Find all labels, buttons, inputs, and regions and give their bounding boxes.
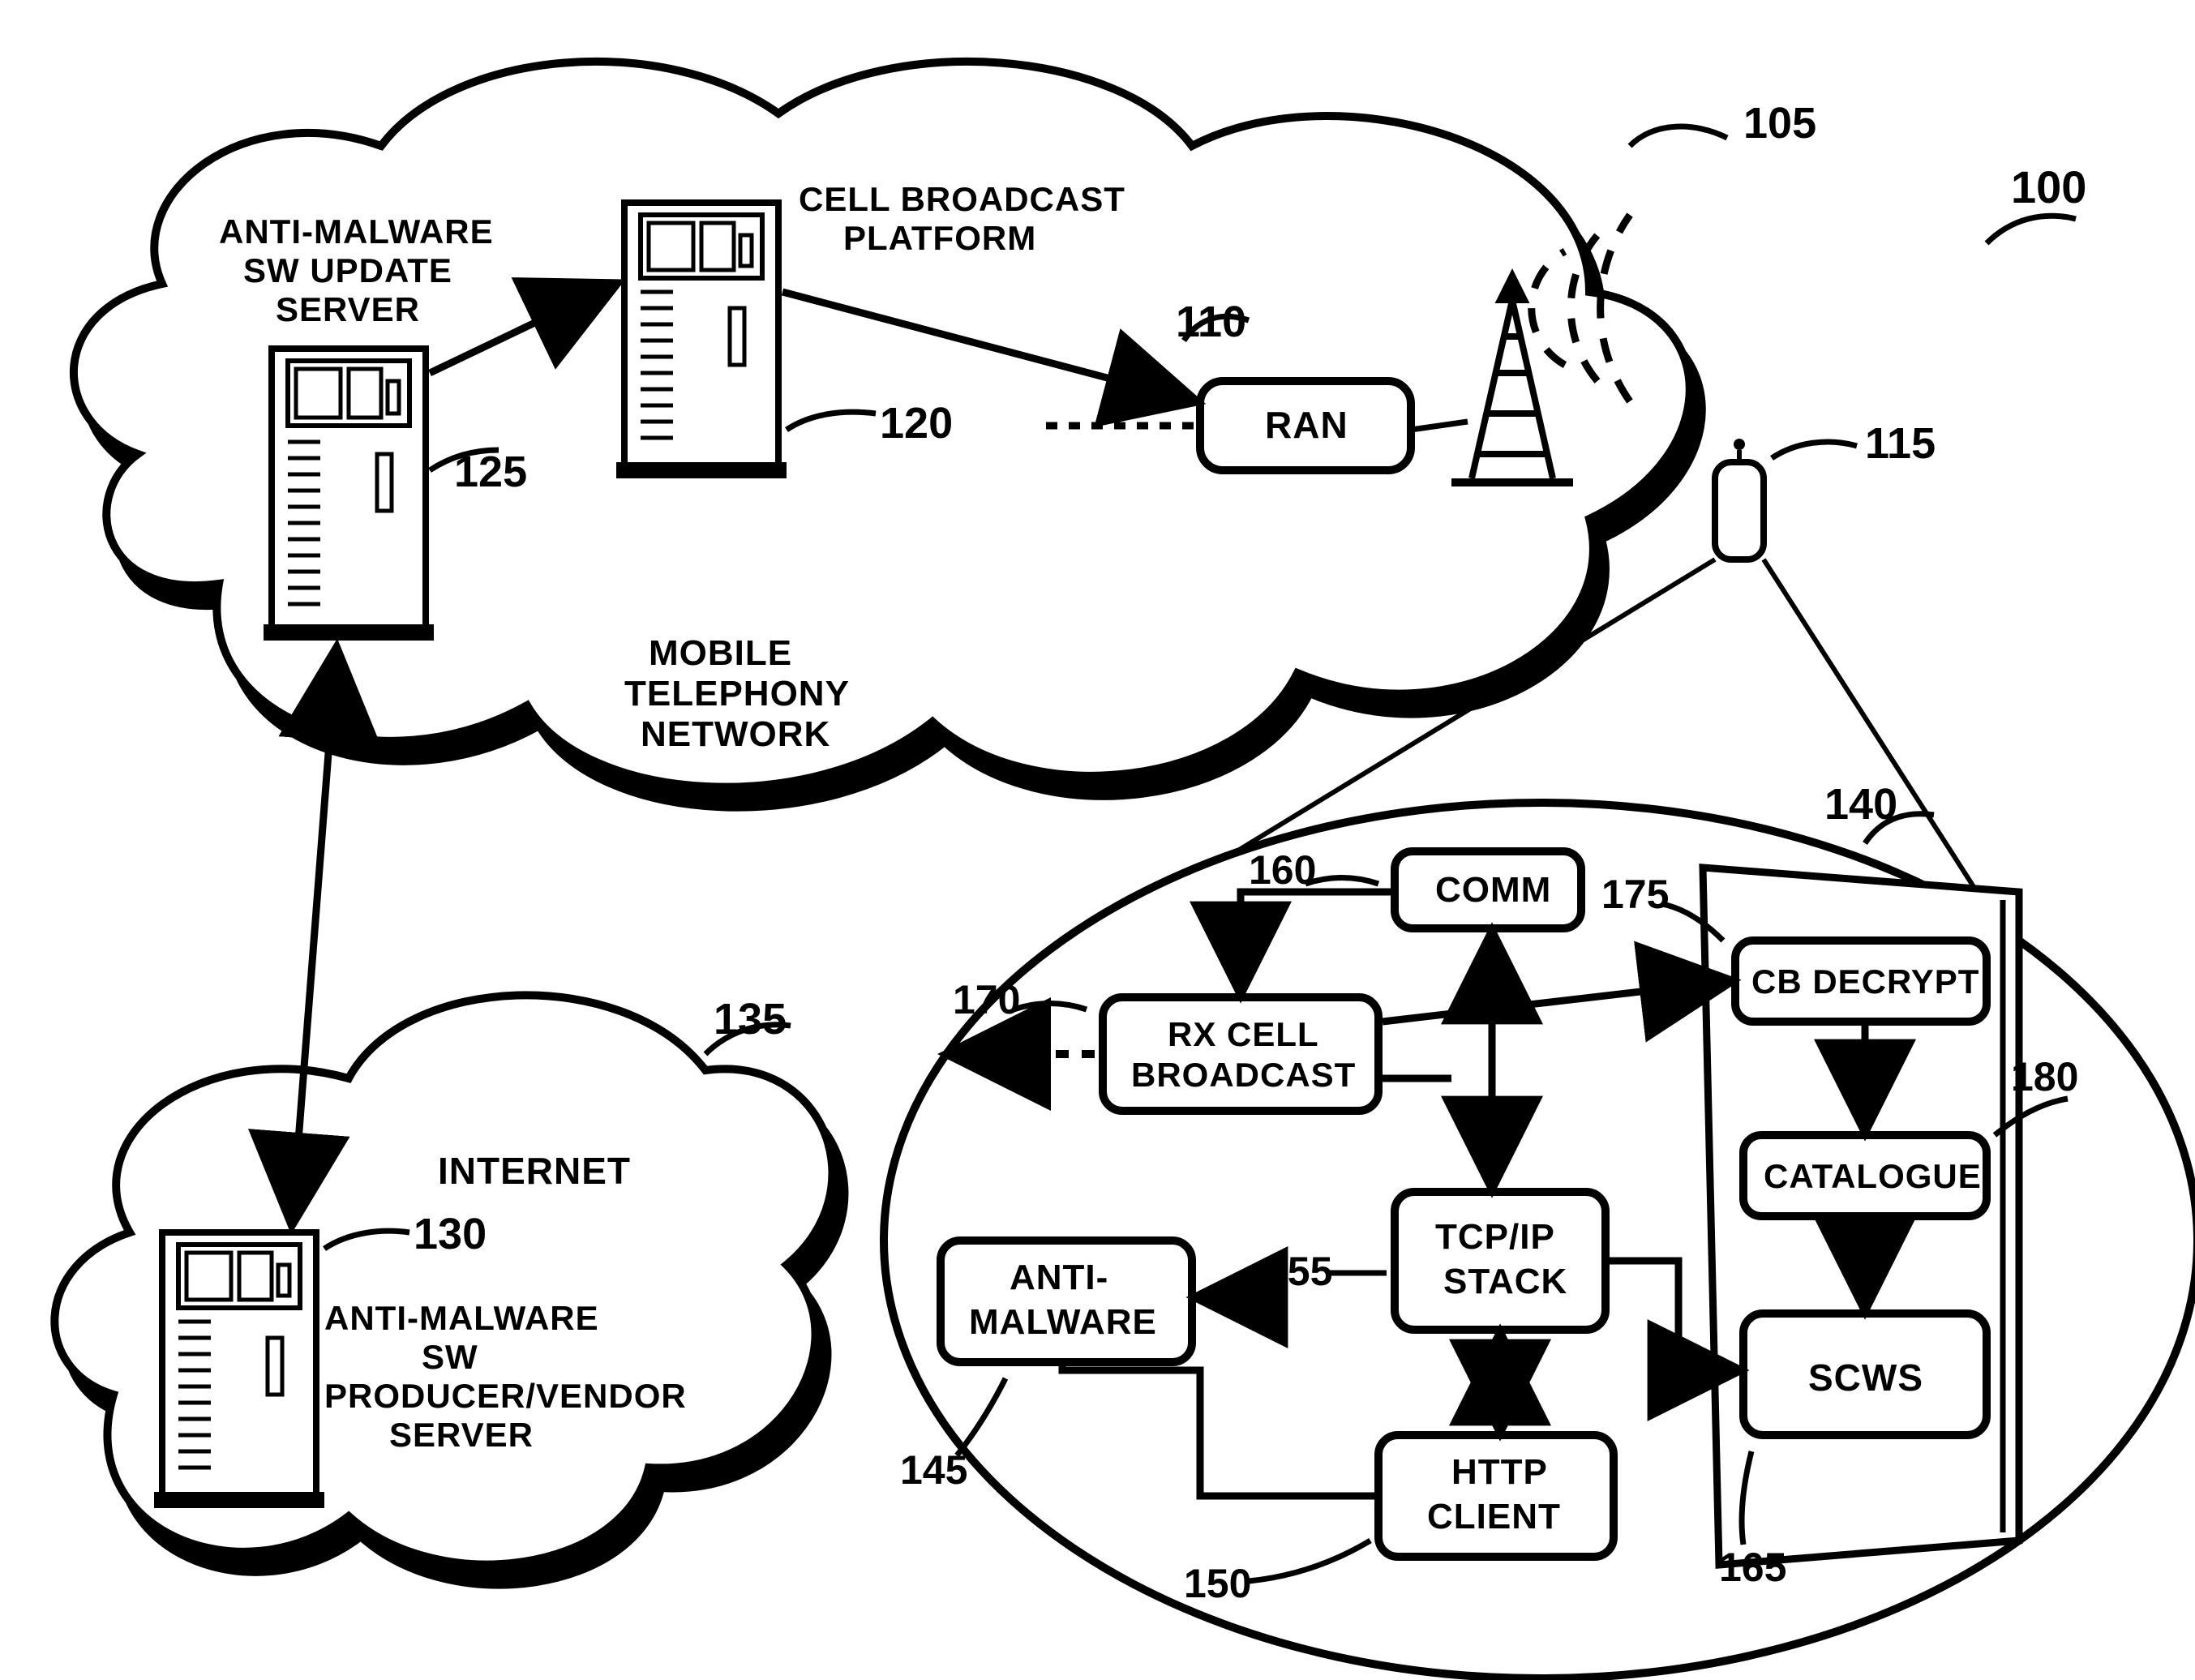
ref-170: 170 — [953, 977, 1020, 1022]
anti-malware-label-2: MALWARE — [969, 1302, 1157, 1342]
leader-115 — [1772, 442, 1857, 458]
mobile-net-label-3: NETWORK — [641, 714, 830, 754]
ref-150: 150 — [1184, 1561, 1251, 1606]
rx-cell-box — [1103, 997, 1378, 1111]
ref-155: 155 — [1265, 1249, 1332, 1294]
cb-platform-label-1: CELL BROADCAST — [799, 180, 1125, 218]
anti-malware-label-1: ANTI- — [1010, 1258, 1108, 1297]
vendor-server — [154, 1232, 324, 1508]
ref-100: 100 — [2011, 161, 2086, 212]
ref-120: 120 — [880, 399, 953, 448]
mobile-device-icon — [1715, 439, 1764, 559]
mobile-net-label-2: TELEPHONY — [624, 674, 850, 714]
ref-140: 140 — [1824, 780, 1897, 829]
catalogue-label: CATALOGUE — [1764, 1157, 1982, 1195]
ref-110: 110 — [1176, 298, 1246, 346]
http-client-label-2: CLIENT — [1427, 1497, 1561, 1536]
update-server-label-3: SERVER — [276, 290, 420, 328]
ran-label: RAN — [1265, 404, 1348, 446]
tcpip-label-1: TCP/IP — [1435, 1217, 1555, 1257]
rx-cell-label-2: BROADCAST — [1131, 1056, 1356, 1094]
ref-160: 160 — [1249, 847, 1316, 893]
cb-platform-server — [616, 203, 787, 478]
comm-label: COMM — [1435, 870, 1551, 910]
mobile-net-label-1: MOBILE — [649, 633, 792, 673]
update-server-label-2: SW UPDATE — [243, 251, 452, 289]
vendor-label-3: PRODUCER/VENDOR — [324, 1377, 687, 1415]
vendor-label-1: ANTI-MALWARE — [324, 1299, 599, 1337]
vendor-label-4: SERVER — [389, 1416, 534, 1454]
diagram-root: MOBILE TELEPHONY NETWORK 105 ANTI-MALWAR… — [0, 0, 2195, 1680]
rx-cell-label-1: RX CELL — [1168, 1015, 1319, 1053]
ref-175: 175 — [1601, 872, 1669, 917]
ref-135: 135 — [714, 995, 787, 1044]
leader-100 — [1987, 216, 2076, 243]
ref-180: 180 — [2011, 1054, 2078, 1099]
ref-125: 125 — [454, 448, 527, 496]
scws-label: SCWS — [1808, 1356, 1923, 1399]
vendor-label-2: SW — [422, 1338, 478, 1376]
ran-box: RAN — [1200, 381, 1411, 470]
ref-165: 165 — [1719, 1545, 1786, 1590]
leader-105 — [1630, 126, 1727, 146]
tcpip-label-2: STACK — [1443, 1262, 1567, 1301]
ref-115: 115 — [1865, 419, 1936, 468]
update-server — [264, 349, 434, 641]
tcpip-box — [1395, 1192, 1606, 1330]
cb-decrypt-label: CB DECRYPT — [1751, 962, 1979, 1001]
ref-145: 145 — [900, 1447, 967, 1493]
update-server-label-1: ANTI-MALWARE — [219, 212, 494, 251]
http-client-label-1: HTTP — [1451, 1452, 1548, 1492]
ref-130: 130 — [414, 1210, 487, 1258]
ref-105: 105 — [1743, 99, 1816, 148]
cb-platform-label-2: PLATFORM — [843, 219, 1036, 257]
internet-label: INTERNET — [438, 1150, 631, 1192]
